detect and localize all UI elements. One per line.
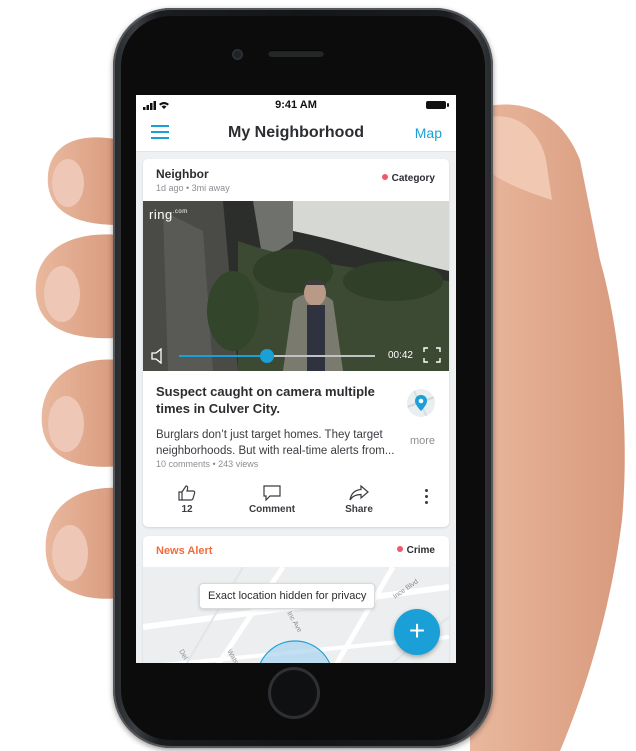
crime-label: Crime	[406, 545, 435, 556]
post-stats: 10 comments • 243 views	[156, 459, 259, 469]
hamburger-menu-icon[interactable]	[151, 125, 169, 139]
ring-logo: ring.com	[149, 207, 188, 222]
page-title: My Neighborhood	[228, 124, 364, 141]
home-button[interactable]	[268, 667, 320, 719]
category-badge: Category	[381, 173, 435, 184]
comment-label: Comment	[248, 504, 296, 515]
volume-icon[interactable]	[151, 348, 169, 364]
post-headline[interactable]: Suspect caught on camera multiple times …	[156, 383, 394, 417]
like-button[interactable]: 12	[157, 485, 217, 515]
post-author: Neighbor	[156, 167, 209, 181]
privacy-tooltip: Exact location hidden for privacy	[199, 583, 376, 609]
front-camera	[232, 49, 243, 60]
top-nav-bar: My Neighborhood Map	[136, 115, 456, 152]
post-meta: 1d ago • 3mi away	[156, 183, 230, 193]
post-card[interactable]: Neighbor 1d ago • 3mi away Category ring…	[143, 159, 449, 527]
video-progress-fill	[179, 355, 268, 357]
post-actions: 12 Comment Share	[143, 485, 449, 521]
video-controls: 00:42	[149, 347, 443, 365]
category-label: Category	[391, 173, 435, 184]
map-button[interactable]: Map	[415, 125, 442, 141]
status-bar: 9:41 AM	[136, 95, 456, 115]
video-duration: 00:42	[387, 350, 413, 361]
thumbs-up-icon	[178, 485, 196, 501]
comment-button[interactable]: Comment	[242, 485, 302, 515]
map-pin-icon	[407, 389, 435, 417]
more-link[interactable]: more	[410, 435, 435, 447]
battery-icon	[426, 101, 449, 109]
comment-icon	[263, 485, 281, 501]
post-body: Burglars don’t just target homes. They t…	[156, 429, 395, 457]
news-alert-label: News Alert	[156, 545, 213, 557]
share-label: Share	[345, 504, 373, 515]
earpiece-speaker	[268, 50, 324, 57]
status-time: 9:41 AM	[275, 99, 317, 111]
video-frame	[143, 201, 449, 371]
app-screen: 9:41 AM My Neighborhood Map Neighbor 1d …	[136, 95, 456, 663]
location-map-thumbnail[interactable]	[407, 389, 435, 417]
share-button[interactable]: Share	[329, 485, 389, 515]
more-options-icon[interactable]	[425, 489, 429, 507]
like-count: 12	[181, 504, 193, 515]
crime-badge: Crime	[396, 545, 435, 556]
video-progress-track[interactable]	[179, 349, 375, 363]
share-icon	[349, 485, 369, 501]
crime-dot-icon	[396, 546, 403, 552]
fullscreen-icon[interactable]	[423, 347, 441, 363]
video-scrubber-handle[interactable]	[260, 349, 275, 363]
video-player[interactable]: ring.com 00:42	[143, 201, 449, 371]
category-dot-icon	[381, 174, 388, 180]
add-post-button[interactable]: +	[394, 609, 440, 655]
